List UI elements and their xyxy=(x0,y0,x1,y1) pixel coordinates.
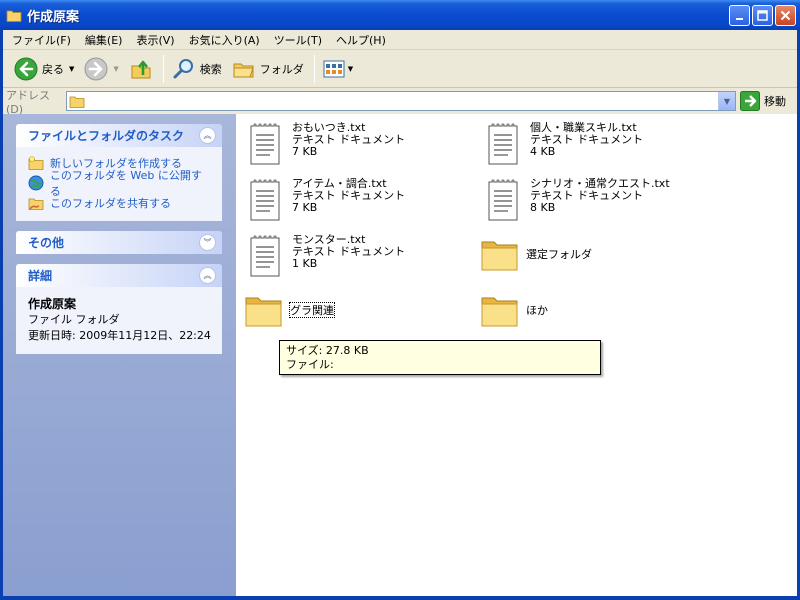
menu-view[interactable]: 表示(V) xyxy=(130,32,182,48)
search-label: 検索 xyxy=(199,63,222,76)
forward-button[interactable]: ▼ xyxy=(80,54,122,84)
task-share-folder-label: このフォルダを共有する xyxy=(50,197,171,210)
file-item[interactable]: モンスター.txt テキスト ドキュメント 1 KB xyxy=(246,232,405,280)
window-border-bottom xyxy=(0,596,800,600)
other-places-title: その他 xyxy=(28,236,65,250)
menu-favorites[interactable]: お気に入り(A) xyxy=(183,32,268,48)
share-folder-icon xyxy=(28,198,44,210)
go-label: 移動 xyxy=(764,95,786,108)
details-panel: 詳細 ︽ 作成原案 ファイル フォルダ 更新日時: 2009年11月12日、22… xyxy=(16,264,222,354)
details-header[interactable]: 詳細 ︽ xyxy=(16,264,222,287)
folder-item[interactable]: ほか xyxy=(480,290,548,330)
close-button[interactable] xyxy=(775,5,796,26)
up-folder-icon xyxy=(131,60,151,79)
folders-label: フォルダ xyxy=(259,63,304,76)
file-item[interactable]: アイテム・調合.txt テキスト ドキュメント 7 KB xyxy=(246,176,405,224)
text-document-icon xyxy=(488,123,518,165)
menu-file[interactable]: ファイル(F) xyxy=(6,32,79,48)
close-icon xyxy=(780,10,791,21)
folder-name: ほか xyxy=(526,304,548,317)
folder-info-tooltip: サイズ: 27.8 KB ファイル: xyxy=(279,340,601,375)
search-icon xyxy=(173,59,193,79)
folder-item[interactable]: グラ関連 xyxy=(244,290,335,330)
collapse-chevron-up-icon[interactable]: ︽ xyxy=(199,127,216,144)
tooltip-size: サイズ: 27.8 KB xyxy=(286,344,369,357)
toolbar: 戻る ▼ ▼ 検索 フォルダ ▼ xyxy=(0,51,800,88)
text-document-icon xyxy=(250,123,280,165)
address-bar: アドレス(D) ▼ 移動 xyxy=(0,88,800,116)
search-button[interactable]: 検索 xyxy=(168,54,226,84)
menu-edit[interactable]: 編集(E) xyxy=(79,32,131,48)
folder-icon xyxy=(6,10,22,22)
text-document-icon xyxy=(250,179,280,221)
menu-tools[interactable]: ツール(T) xyxy=(268,32,330,48)
file-size: 8 KB xyxy=(530,201,556,214)
folder-icon xyxy=(69,96,85,108)
web-publish-icon xyxy=(28,175,44,191)
maximize-icon xyxy=(757,10,768,21)
up-folder-button[interactable] xyxy=(125,54,157,84)
maximize-button[interactable] xyxy=(752,5,773,26)
other-places-panel: その他 ︾ xyxy=(16,231,222,254)
file-folder-tasks-header[interactable]: ファイルとフォルダのタスク ︽ xyxy=(16,124,222,147)
back-arrow-icon xyxy=(14,57,38,81)
toolbar-separator xyxy=(162,55,164,83)
file-folder-tasks-panel: ファイルとフォルダのタスク ︽ 新しいフォルダを作成する このフォルダを Web… xyxy=(16,124,222,221)
menu-help[interactable]: ヘルプ(H) xyxy=(330,32,394,48)
file-size: 7 KB xyxy=(292,145,318,158)
file-folder-tasks-title: ファイルとフォルダのタスク xyxy=(28,129,185,143)
collapse-chevron-up-icon[interactable]: ︽ xyxy=(199,267,216,284)
folder-name: 選定フォルダ xyxy=(526,248,592,261)
forward-dropdown-icon[interactable]: ▼ xyxy=(113,65,118,73)
text-document-icon xyxy=(488,179,518,221)
back-dropdown-icon[interactable]: ▼ xyxy=(69,65,74,73)
back-button[interactable]: 戻る ▼ xyxy=(10,54,78,84)
details-folder-name: 作成原案 xyxy=(28,297,77,311)
folder-item[interactable]: 選定フォルダ xyxy=(480,234,592,274)
folder-icon xyxy=(481,297,518,327)
details-title: 詳細 xyxy=(28,269,53,283)
tooltip-files: ファイル: xyxy=(286,358,334,371)
view-mode-dropdown-icon[interactable]: ▼ xyxy=(348,65,353,73)
window-title: 作成原案 xyxy=(27,9,80,25)
view-mode-button[interactable]: ▼ xyxy=(319,54,357,84)
file-size: 4 KB xyxy=(530,145,556,158)
text-document-icon xyxy=(250,235,280,277)
menu-bar: ファイル(F) 編集(E) 表示(V) お気に入り(A) ツール(T) ヘルプ(… xyxy=(0,30,800,50)
file-item[interactable]: シナリオ・通常クエスト.txt テキスト ドキュメント 8 KB xyxy=(484,176,670,224)
address-input[interactable]: ▼ xyxy=(66,91,736,111)
title-bar[interactable]: 作成原案 xyxy=(0,0,800,30)
file-size: 7 KB xyxy=(292,201,318,214)
folder-icon xyxy=(481,241,518,271)
address-label: アドレス(D) xyxy=(6,88,50,116)
other-places-header[interactable]: その他 ︾ xyxy=(16,231,222,254)
file-item[interactable]: 個人・職業スキル.txt テキスト ドキュメント 4 KB xyxy=(484,120,643,168)
folders-button[interactable]: フォルダ xyxy=(228,54,308,84)
file-size: 1 KB xyxy=(292,257,318,270)
forward-arrow-icon xyxy=(84,57,108,81)
details-modified-date: 更新日時: 2009年11月12日、22:24 xyxy=(28,329,211,342)
details-folder-type: ファイル フォルダ xyxy=(28,313,120,326)
view-mode-icon xyxy=(323,60,345,78)
address-dropdown-button[interactable]: ▼ xyxy=(718,92,735,110)
task-pane: ファイルとフォルダのタスク ︽ 新しいフォルダを作成する このフォルダを Web… xyxy=(0,114,236,600)
go-button[interactable]: 移動 xyxy=(740,91,786,111)
back-label: 戻る xyxy=(42,63,64,76)
minimize-icon xyxy=(735,17,743,20)
toolbar-separator xyxy=(313,55,315,83)
task-publish-web[interactable]: このフォルダを Web に公開する xyxy=(28,169,212,198)
expand-chevron-down-icon[interactable]: ︾ xyxy=(199,234,216,251)
new-folder-icon xyxy=(28,156,44,170)
window-border-left xyxy=(0,30,3,600)
file-item[interactable]: おもいつき.txt テキスト ドキュメント 7 KB xyxy=(246,120,405,168)
folders-icon xyxy=(233,63,254,78)
go-arrow-icon xyxy=(740,91,760,111)
minimize-button[interactable] xyxy=(729,5,750,26)
folder-icon xyxy=(245,297,282,327)
folder-name: グラ関連 xyxy=(289,302,335,318)
